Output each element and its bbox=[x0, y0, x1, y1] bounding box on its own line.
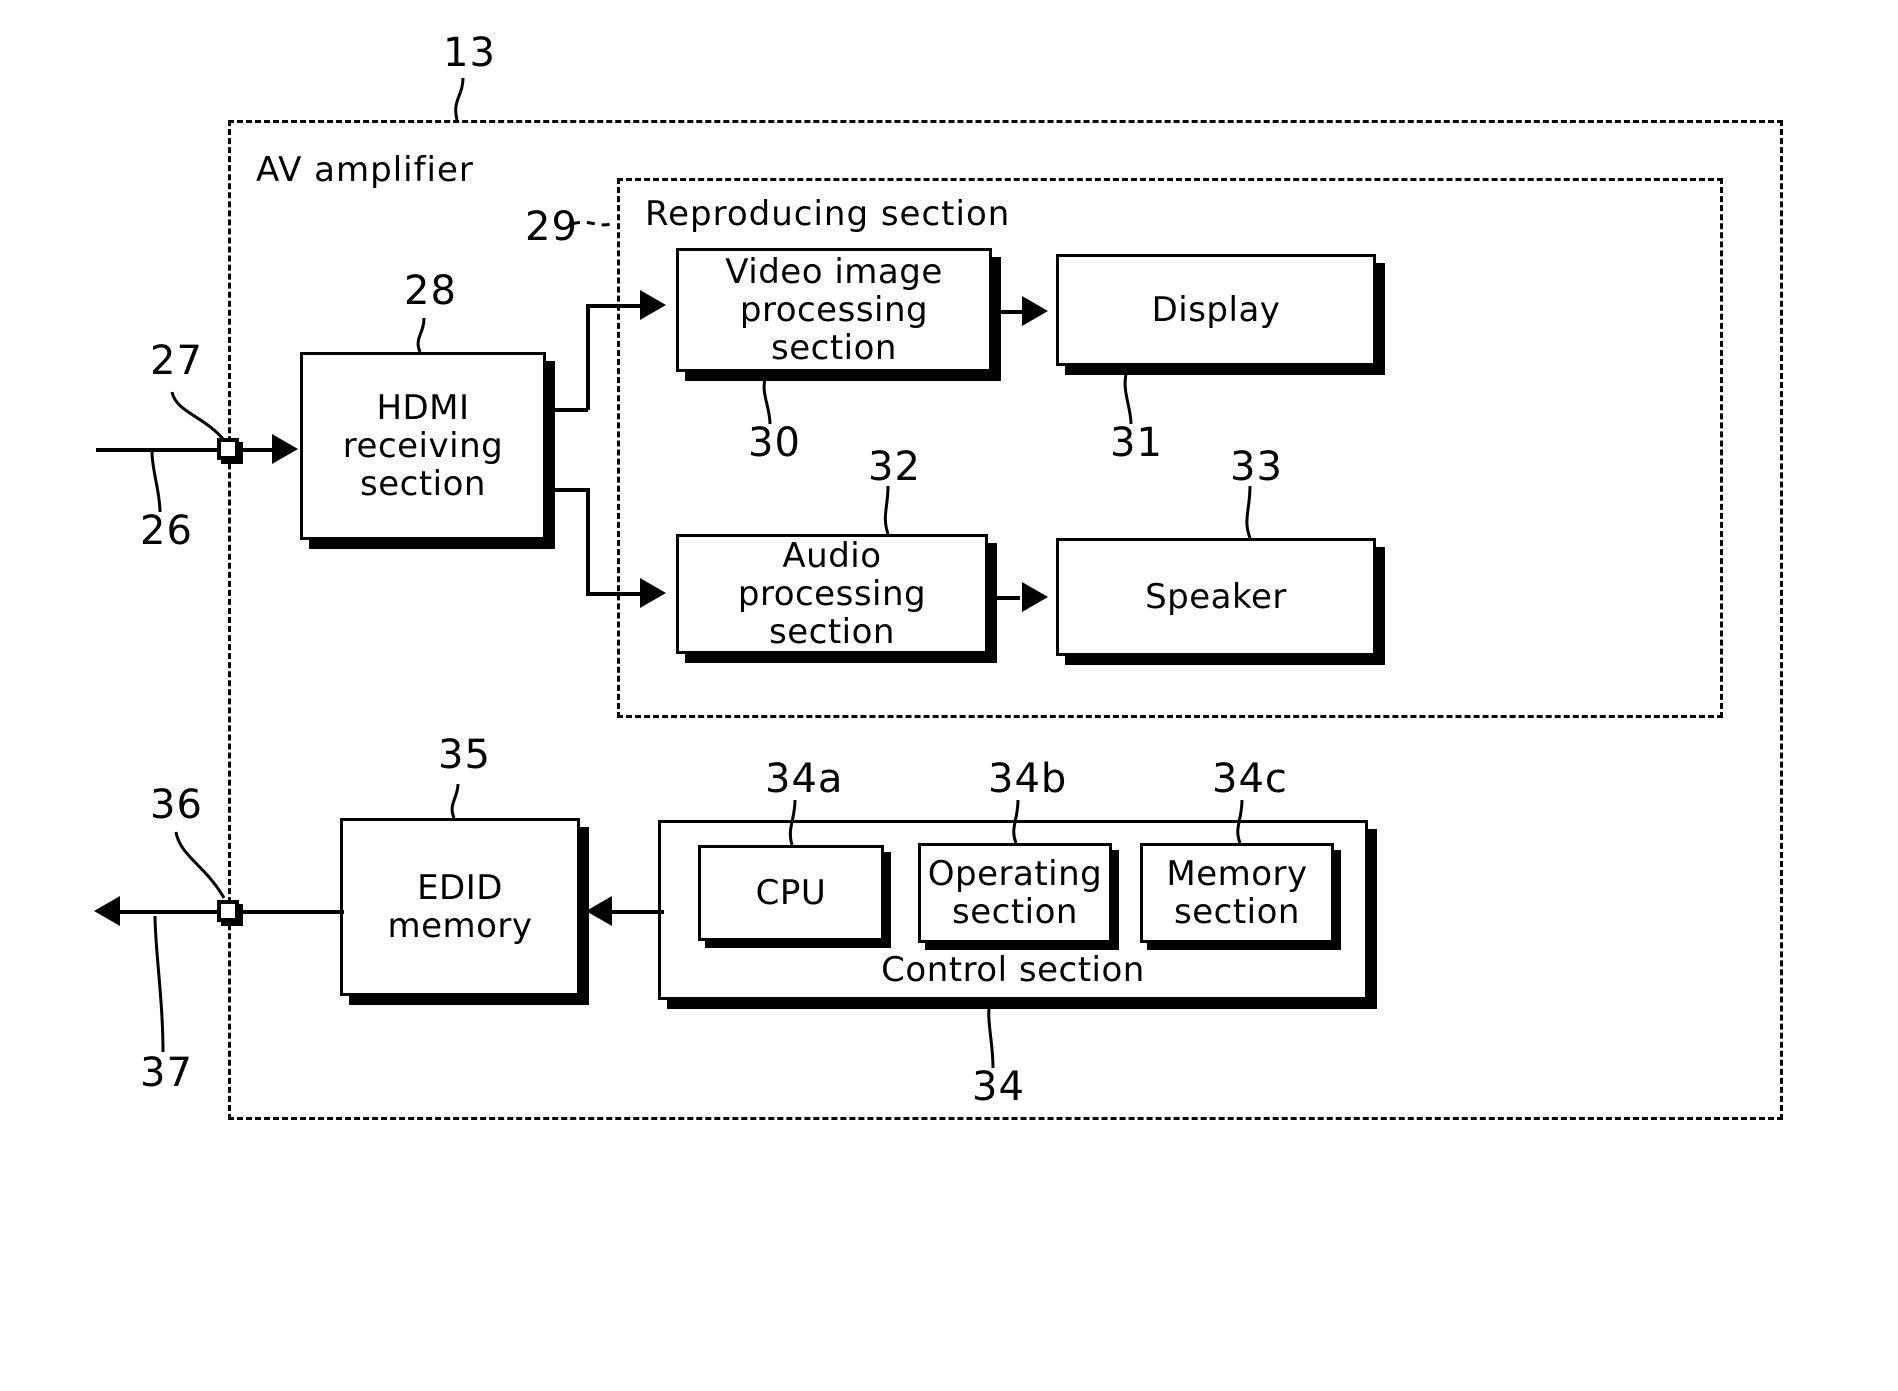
audio-processing-section-label: Audio processing section bbox=[737, 535, 927, 653]
hdmi-out-dropper bbox=[586, 488, 590, 594]
edid-memory-label: EDID memory bbox=[387, 867, 533, 946]
speaker-input-arrowhead bbox=[1022, 582, 1048, 612]
ref-34b: 34b bbox=[988, 756, 1068, 802]
output-signal-line bbox=[120, 910, 220, 914]
ref-34a: 34a bbox=[765, 756, 844, 802]
speaker-label: Speaker bbox=[1145, 576, 1287, 617]
output-arrowhead bbox=[94, 896, 120, 926]
ref-35: 35 bbox=[438, 732, 491, 778]
ref-33: 33 bbox=[1230, 444, 1283, 490]
memory-section-block[interactable]: Memory section bbox=[1140, 843, 1334, 943]
display-label: Display bbox=[1151, 289, 1281, 330]
speaker-block[interactable]: Speaker bbox=[1056, 538, 1376, 656]
operating-section-block[interactable]: Operating section bbox=[918, 843, 1112, 943]
video-to-display-line bbox=[1000, 310, 1024, 314]
operating-section-label: Operating section bbox=[927, 853, 1103, 932]
input-signal-line-inner bbox=[240, 448, 276, 452]
hdmi-to-audio-line bbox=[586, 592, 644, 596]
input-arrowhead bbox=[272, 434, 298, 464]
av-amplifier-label: AV amplifier bbox=[256, 150, 474, 190]
ref-30: 30 bbox=[748, 420, 801, 466]
video-image-processing-section-label: Video image processing section bbox=[725, 251, 943, 369]
hdmi-out-stub-lower bbox=[546, 488, 588, 492]
cpu-block[interactable]: CPU bbox=[698, 845, 884, 941]
ref-29: 29 bbox=[525, 204, 578, 250]
ref-34c: 34c bbox=[1212, 756, 1288, 802]
memory-section-label: Memory section bbox=[1166, 853, 1308, 932]
hdmi-to-video-line bbox=[586, 304, 644, 308]
ref-37: 37 bbox=[140, 1050, 193, 1096]
control-section-label: Control section bbox=[881, 949, 1145, 990]
input-terminal[interactable] bbox=[217, 438, 239, 460]
hdmi-receiving-section-label: HDMI receiving section bbox=[342, 387, 504, 505]
ref-26: 26 bbox=[140, 508, 193, 554]
output-terminal[interactable] bbox=[217, 900, 239, 922]
edid-output-line bbox=[240, 910, 344, 914]
hdmi-out-stub bbox=[546, 408, 588, 412]
display-input-arrowhead bbox=[1022, 296, 1048, 326]
hdmi-receiving-section-block[interactable]: HDMI receiving section bbox=[300, 352, 546, 540]
cpu-label: CPU bbox=[755, 872, 827, 913]
audio-to-speaker-line bbox=[996, 596, 1020, 600]
video-image-processing-section-block[interactable]: Video image processing section bbox=[676, 248, 992, 372]
hdmi-out-riser bbox=[586, 304, 590, 410]
control-to-edid-line bbox=[612, 910, 664, 914]
ref-31: 31 bbox=[1110, 420, 1163, 466]
edid-input-arrowhead bbox=[586, 896, 612, 926]
ref-32: 32 bbox=[868, 444, 921, 490]
ref-27: 27 bbox=[150, 338, 203, 384]
audio-input-arrowhead bbox=[640, 578, 666, 608]
edid-memory-block[interactable]: EDID memory bbox=[340, 818, 580, 996]
audio-processing-section-block[interactable]: Audio processing section bbox=[676, 534, 988, 654]
input-signal-line bbox=[96, 448, 228, 452]
ref-28: 28 bbox=[404, 268, 457, 314]
video-input-arrowhead bbox=[640, 290, 666, 320]
ref-34: 34 bbox=[972, 1064, 1025, 1110]
display-block[interactable]: Display bbox=[1056, 254, 1376, 366]
ref-36: 36 bbox=[150, 782, 203, 828]
ref-13: 13 bbox=[443, 30, 496, 76]
figure-canvas: AV amplifier Reproducing section HDMI re… bbox=[0, 0, 1898, 1391]
reproducing-section-label: Reproducing section bbox=[645, 194, 1011, 234]
